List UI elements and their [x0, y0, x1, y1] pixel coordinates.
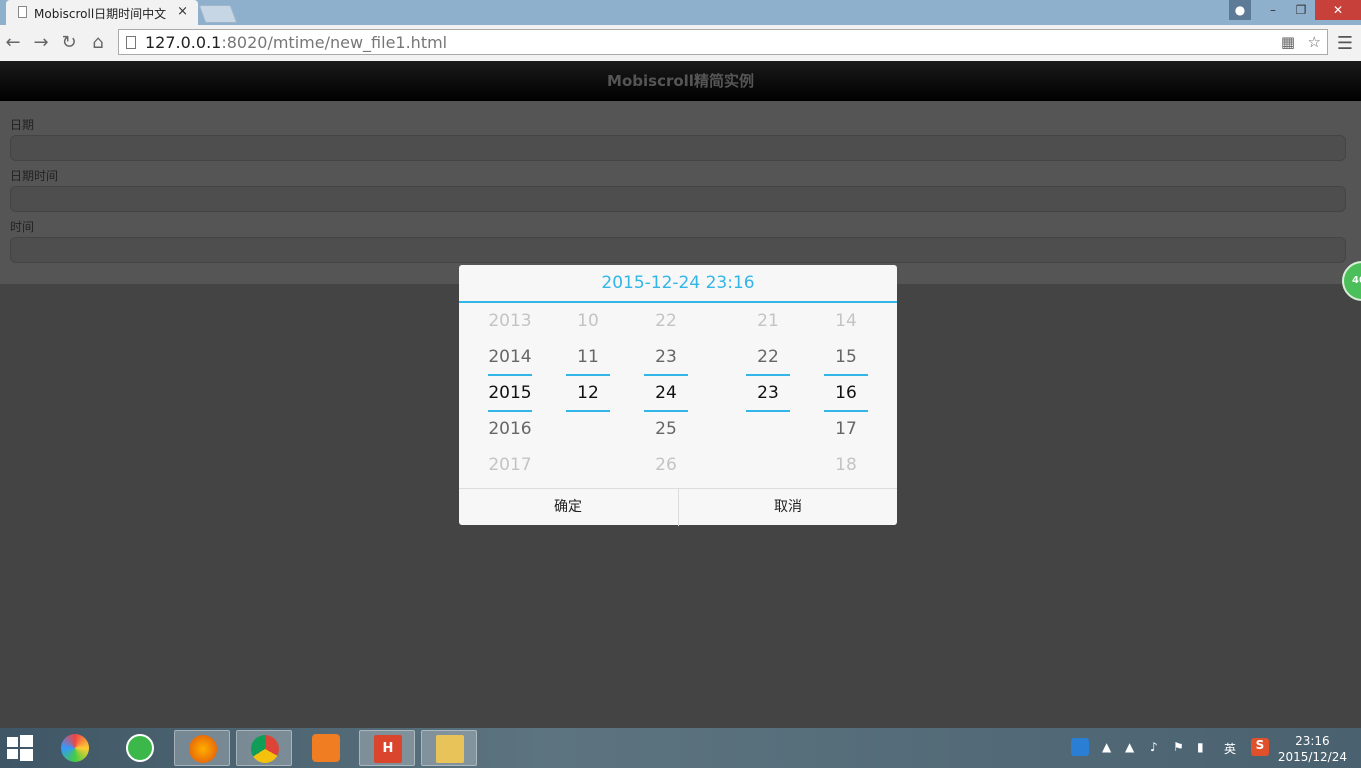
- browser-tab[interactable]: Mobiscroll日期时间中文 ×: [6, 0, 198, 25]
- pdf-app-icon[interactable]: [298, 730, 354, 766]
- browser-toolbar: ← → ↻ ⌂ 127.0.0.1:8020/mtime/new_file1.h…: [0, 25, 1361, 62]
- selection-line-bottom: [644, 410, 688, 412]
- selection-line-top: [746, 374, 790, 376]
- month-option-selected[interactable]: 12: [558, 375, 618, 411]
- tray-network-icon[interactable]: [1071, 738, 1089, 756]
- selection-line-bottom: [746, 410, 790, 412]
- year-option[interactable]: 2013: [480, 303, 540, 339]
- selection-line-top: [644, 374, 688, 376]
- browser-titlebar: Mobiscroll日期时间中文 × ● – ❐ ✕: [0, 0, 1361, 25]
- selection-line-top: [488, 374, 532, 376]
- new-tab-button[interactable]: [198, 5, 238, 23]
- sogou-ime-icon[interactable]: S: [1251, 738, 1269, 756]
- photos-app-icon[interactable]: [47, 730, 103, 766]
- time-label: 时间: [10, 220, 35, 234]
- year-option[interactable]: 2014: [480, 339, 540, 375]
- windows-logo-icon: [7, 735, 33, 761]
- selection-line-bottom: [824, 410, 868, 412]
- day-option[interactable]: 22: [636, 303, 696, 339]
- year-option[interactable]: 2016: [480, 411, 540, 447]
- user-icon[interactable]: ●: [1229, 0, 1251, 20]
- minute-option[interactable]: 15: [816, 339, 876, 375]
- day-option[interactable]: 23: [636, 339, 696, 375]
- page-icon: [18, 6, 27, 18]
- tab-close-icon[interactable]: ×: [177, 4, 188, 19]
- tray-expand-icon[interactable]: ▲: [1102, 740, 1111, 754]
- close-window-button[interactable]: ✕: [1315, 0, 1361, 20]
- system-clock[interactable]: 23:16 2015/12/24: [1278, 733, 1347, 765]
- chrome-icon[interactable]: [236, 730, 292, 766]
- year-option[interactable]: 2017: [480, 447, 540, 483]
- picker-header-value: 2015-12-24 23:16: [459, 265, 897, 303]
- green-app-icon[interactable]: [112, 730, 168, 766]
- minute-option-selected[interactable]: 16: [816, 375, 876, 411]
- year-wheel[interactable]: 2013 2014 2015 2016 2017: [480, 303, 540, 489]
- tray-shield-icon[interactable]: ▲: [1125, 740, 1134, 754]
- bookmark-star-icon[interactable]: ☆: [1308, 33, 1321, 51]
- back-icon[interactable]: ←: [2, 32, 24, 54]
- datetime-picker-dialog: 2015-12-24 23:16 2013 2014 2015 2016 201…: [459, 265, 897, 526]
- day-option[interactable]: 25: [636, 411, 696, 447]
- day-option-selected[interactable]: 24: [636, 375, 696, 411]
- selection-line-bottom: [488, 410, 532, 412]
- minute-option[interactable]: 18: [816, 447, 876, 483]
- datetime-input[interactable]: [10, 186, 1346, 212]
- selection-line-top: [824, 374, 868, 376]
- selection-line-top: [566, 374, 610, 376]
- hour-wheel[interactable]: 21 22 23: [738, 303, 798, 489]
- page-info-icon[interactable]: [126, 36, 136, 49]
- clock-date: 2015/12/24: [1277, 750, 1347, 764]
- selection-line-bottom: [566, 410, 610, 412]
- clock-time: 23:16: [1295, 734, 1330, 748]
- restore-button[interactable]: ❐: [1287, 0, 1315, 20]
- date-label: 日期: [10, 118, 35, 132]
- month-wheel[interactable]: 10 11 12: [558, 303, 618, 489]
- minimize-button[interactable]: –: [1259, 0, 1287, 20]
- month-option[interactable]: 11: [558, 339, 618, 375]
- tab-title: Mobiscroll日期时间中文: [34, 7, 167, 21]
- minute-option[interactable]: 14: [816, 303, 876, 339]
- date-input[interactable]: [10, 135, 1346, 161]
- ime-indicator[interactable]: 英: [1224, 740, 1236, 757]
- file-explorer-icon[interactable]: [421, 730, 477, 766]
- day-option[interactable]: 26: [636, 447, 696, 483]
- taskbar: H ▲ ▲ ♪ ⚑ ▮ 英 S 23:16 2015/12/24: [0, 728, 1361, 768]
- url-text: 127.0.0.1:8020/mtime/new_file1.html: [145, 33, 448, 52]
- battery-icon[interactable]: ▮: [1197, 740, 1204, 754]
- hour-option-selected[interactable]: 23: [738, 375, 798, 411]
- day-wheel[interactable]: 22 23 24 25 26: [636, 303, 696, 489]
- volume-icon[interactable]: ♪: [1150, 740, 1158, 754]
- firefox-icon[interactable]: [174, 730, 230, 766]
- hour-option[interactable]: 22: [738, 339, 798, 375]
- window-controls: ● – ❐ ✕: [1229, 0, 1361, 20]
- home-icon[interactable]: ⌂: [87, 32, 109, 54]
- picker-buttons: 确定 取消: [459, 488, 897, 526]
- month-option[interactable]: 10: [558, 303, 618, 339]
- forward-icon[interactable]: →: [30, 32, 52, 54]
- action-center-flag-icon[interactable]: ⚑: [1173, 740, 1184, 754]
- form-area: 日期 日期时间 时间: [0, 101, 1361, 284]
- address-bar[interactable]: 127.0.0.1:8020/mtime/new_file1.html ▦ ☆: [118, 29, 1328, 55]
- confirm-button[interactable]: 确定: [459, 489, 677, 526]
- hour-option[interactable]: 21: [738, 303, 798, 339]
- hbuilder-icon[interactable]: H: [359, 730, 415, 766]
- datetime-label: 日期时间: [10, 169, 59, 183]
- start-button[interactable]: [0, 730, 40, 766]
- year-option-selected[interactable]: 2015: [480, 375, 540, 411]
- page-title: Mobiscroll精简实例: [0, 61, 1361, 101]
- cancel-button[interactable]: 取消: [678, 489, 897, 526]
- time-input[interactable]: [10, 237, 1346, 263]
- translate-icon[interactable]: ▦: [1281, 33, 1295, 51]
- minute-option[interactable]: 17: [816, 411, 876, 447]
- chrome-menu-icon[interactable]: ☰: [1337, 33, 1353, 54]
- minute-wheel[interactable]: 14 15 16 17 18: [816, 303, 876, 489]
- reload-icon[interactable]: ↻: [58, 32, 80, 54]
